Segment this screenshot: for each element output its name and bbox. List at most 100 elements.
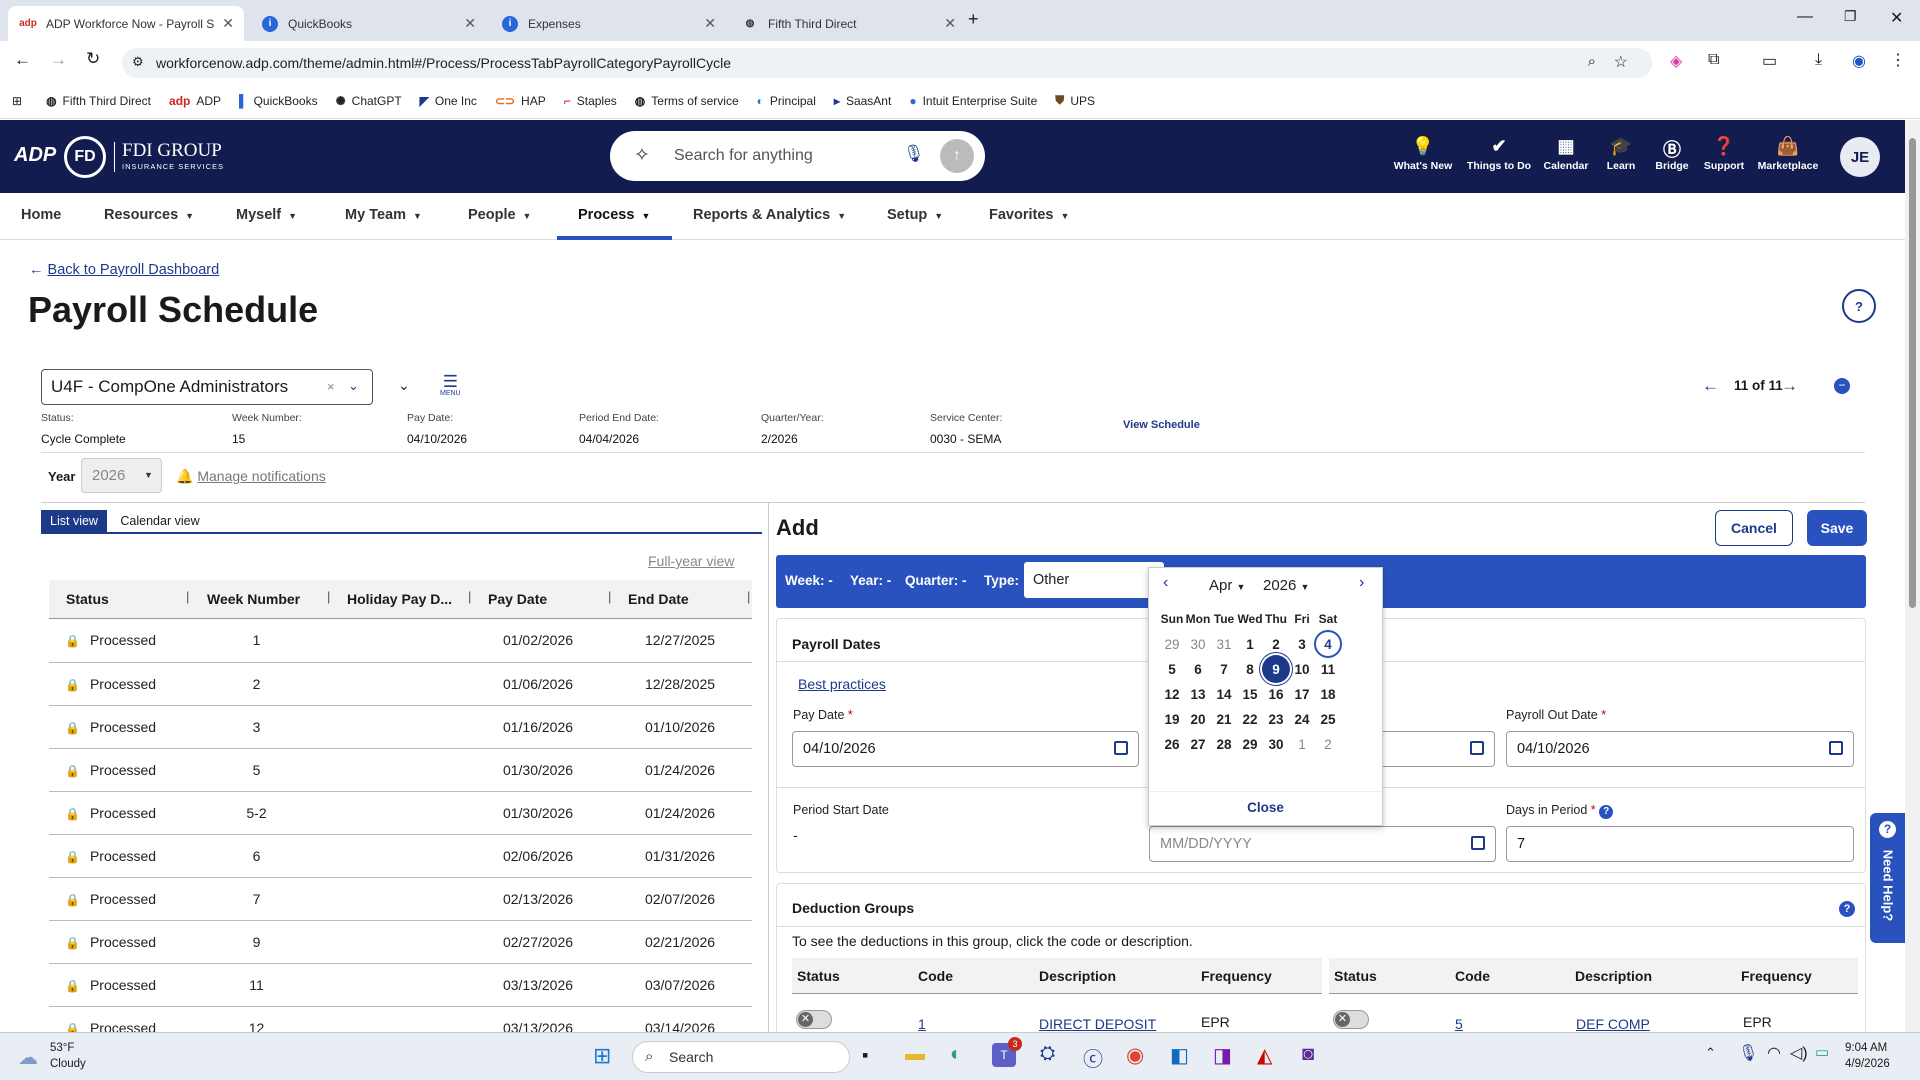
bookmark-saasant[interactable]: ▸ SaasAnt <box>834 94 891 108</box>
table-row[interactable]: 🔒 Processed 5-2 01/30/2026 01/24/2026 <box>49 791 752 835</box>
column-header-status[interactable]: Status <box>66 591 109 607</box>
tab-quickbooks[interactable]: i QuickBooks ✕ <box>250 6 486 41</box>
back-arrow-icon[interactable]: ← <box>14 50 31 70</box>
battery-icon[interactable]: ▭ <box>1815 1043 1829 1061</box>
things-to-do-button[interactable]: ✔ Things to Do <box>1464 136 1534 172</box>
bookmark-intuit[interactable]: ● Intuit Enterprise Suite <box>909 94 1037 108</box>
bookmark-one-inc[interactable]: ◤ One Inc <box>420 94 477 108</box>
tab-adp[interactable]: adp ADP Workforce Now - Payroll S ✕ <box>8 6 244 41</box>
wifi-icon[interactable]: ◠ <box>1767 1043 1781 1063</box>
acrobat-icon[interactable]: ◭ <box>1257 1043 1272 1068</box>
calendar-day[interactable]: 14 <box>1210 680 1238 708</box>
extension-icon[interactable]: ◈ <box>1670 51 1682 71</box>
tab-expenses[interactable]: i Expenses ✕ <box>490 6 726 41</box>
bookmark-star-icon[interactable]: ☆ <box>1614 52 1628 72</box>
marketplace-button[interactable]: 👜 Marketplace <box>1752 136 1824 172</box>
cast-icon[interactable]: ▭ <box>1762 51 1777 71</box>
forward-arrow-icon[interactable]: → <box>50 50 67 70</box>
calendar-day[interactable]: 25 <box>1314 705 1342 733</box>
nav-resources[interactable]: Resources ▼ <box>104 207 194 223</box>
nav-reports[interactable]: Reports & Analytics ▼ <box>693 207 846 223</box>
table-row[interactable]: 🔒 Processed 11 03/13/2026 03/07/2026 <box>49 963 752 1007</box>
bookmark-adp[interactable]: adp ADP <box>169 94 221 108</box>
column-header-holiday[interactable]: Holiday Pay D... <box>347 591 452 607</box>
column-header-enddate[interactable]: End Date <box>628 591 689 607</box>
apps-grid-icon[interactable]: ⊞ <box>12 94 22 108</box>
task-view-icon[interactable]: ▪ <box>862 1045 868 1066</box>
datepicker-close-button[interactable]: Close <box>1149 800 1382 815</box>
year-select-dp[interactable]: 2026 ▼ <box>1263 577 1309 594</box>
table-row[interactable]: 🔒 Processed 7 02/13/2026 02/07/2026 <box>49 877 752 921</box>
close-icon[interactable]: ✕ <box>704 15 716 32</box>
info-icon[interactable]: ? <box>1599 805 1614 819</box>
close-icon[interactable]: ✕ <box>944 15 956 32</box>
calendar-day[interactable]: 8 <box>1236 655 1264 683</box>
column-header-week[interactable]: Week Number <box>207 591 300 607</box>
previous-month-icon[interactable]: ‹ <box>1163 574 1168 592</box>
year-select[interactable]: 2026 ▼ <box>81 458 162 493</box>
nav-setup[interactable]: Setup ▼ <box>887 207 943 223</box>
network-app-icon[interactable]: ⛭ <box>1040 1043 1055 1065</box>
calendar-day[interactable]: 3 <box>1288 630 1316 658</box>
calendar-day[interactable]: 16 <box>1262 680 1290 708</box>
calendar-button[interactable]: ▦ Calendar <box>1536 136 1596 172</box>
app-icon[interactable]: ◙ <box>1302 1043 1314 1066</box>
bookmark-fifth-third[interactable]: ◍ Fifth Third Direct <box>46 94 151 108</box>
best-practices-link[interactable]: Best practices <box>798 676 886 692</box>
bridge-button[interactable]: Ⓑ Bridge <box>1646 136 1698 172</box>
file-explorer-icon[interactable]: ▬ <box>905 1043 925 1066</box>
bookmark-staples[interactable]: ⌐ Staples <box>564 94 617 108</box>
table-row[interactable]: 🔒 Processed 5 01/30/2026 01/24/2026 <box>49 748 752 792</box>
calendar-day[interactable]: 23 <box>1262 705 1290 733</box>
support-button[interactable]: ❓ Support <box>1698 136 1750 172</box>
calendar-day[interactable]: 18 <box>1314 680 1342 708</box>
days-in-period-input[interactable]: 7 <box>1506 826 1854 862</box>
new-tab-button[interactable]: + <box>968 9 979 30</box>
calendar-icon[interactable] <box>1471 836 1485 850</box>
microphone-icon[interactable]: 🎙 <box>903 144 925 164</box>
windows-start-icon[interactable]: ⊞ <box>593 1043 611 1069</box>
nav-my-team[interactable]: My Team ▼ <box>345 207 422 223</box>
deduction-code-link[interactable]: 5 <box>1455 1016 1463 1032</box>
calendar-day[interactable]: 27 <box>1184 730 1212 758</box>
collapse-icon[interactable]: − <box>1834 378 1850 394</box>
bookmark-principal[interactable]: ◐ Principal <box>757 94 816 108</box>
restore-button[interactable]: ❐ <box>1844 8 1857 25</box>
menu-button[interactable]: ☰ MENU <box>440 373 461 397</box>
status-toggle[interactable]: ✕ <box>796 1010 832 1029</box>
chevron-up-icon[interactable]: ⌃ <box>1705 1045 1716 1061</box>
deduction-code-link[interactable]: 1 <box>918 1016 926 1032</box>
download-icon[interactable]: ⤓ <box>1815 51 1822 69</box>
submit-search-button[interactable]: ↑ <box>940 139 974 173</box>
bookmark-ups[interactable]: ⛊ UPS <box>1055 93 1095 108</box>
need-help-tab[interactable]: ? Need Help? <box>1870 813 1905 943</box>
minimize-button[interactable]: — <box>1797 8 1813 26</box>
calendar-day-today[interactable]: 4 <box>1314 630 1342 658</box>
next-month-icon[interactable]: › <box>1359 574 1364 592</box>
calendar-day[interactable]: 29 <box>1236 730 1264 758</box>
window-close-button[interactable]: ✕ <box>1890 8 1903 28</box>
tab-fifth-third[interactable]: ◍ Fifth Third Direct ✕ <box>730 6 966 41</box>
status-toggle[interactable]: ✕ <box>1333 1010 1369 1029</box>
calendar-icon[interactable] <box>1470 741 1484 755</box>
microphone-icon[interactable]: 🎙 <box>1738 1043 1758 1063</box>
back-link[interactable]: ← Back to Payroll Dashboard <box>29 262 219 278</box>
bookmark-hap[interactable]: ⊂⊃ HAP <box>495 94 546 108</box>
scrollbar-thumb[interactable] <box>1909 138 1916 608</box>
calendar-day[interactable]: 1 <box>1236 630 1264 658</box>
nav-people[interactable]: People ▼ <box>468 207 531 223</box>
calendar-day[interactable]: 12 <box>1158 680 1186 708</box>
url-field[interactable]: workforcenow.adp.com/theme/admin.html#/P… <box>122 48 1652 78</box>
sync-app-icon[interactable]: ⓒ <box>1083 1043 1103 1072</box>
next-arrow-icon[interactable]: → <box>1781 376 1798 396</box>
calendar-day[interactable]: 1 <box>1288 730 1316 758</box>
puzzle-icon[interactable]: ⧉ <box>1708 51 1719 69</box>
company-select[interactable]: U4F - CompOne Administrators × ⌄ <box>41 369 373 405</box>
outlook-icon[interactable]: ◧ <box>1170 1043 1189 1068</box>
volume-icon[interactable]: ◁) <box>1790 1043 1808 1063</box>
chevron-down-icon[interactable]: ⌄ <box>348 378 359 394</box>
save-button[interactable]: Save <box>1807 510 1867 546</box>
site-info-icon[interactable]: ⚙ <box>132 54 144 70</box>
calendar-day[interactable]: 17 <box>1288 680 1316 708</box>
expand-circle-icon[interactable]: ⌄ <box>398 377 410 394</box>
